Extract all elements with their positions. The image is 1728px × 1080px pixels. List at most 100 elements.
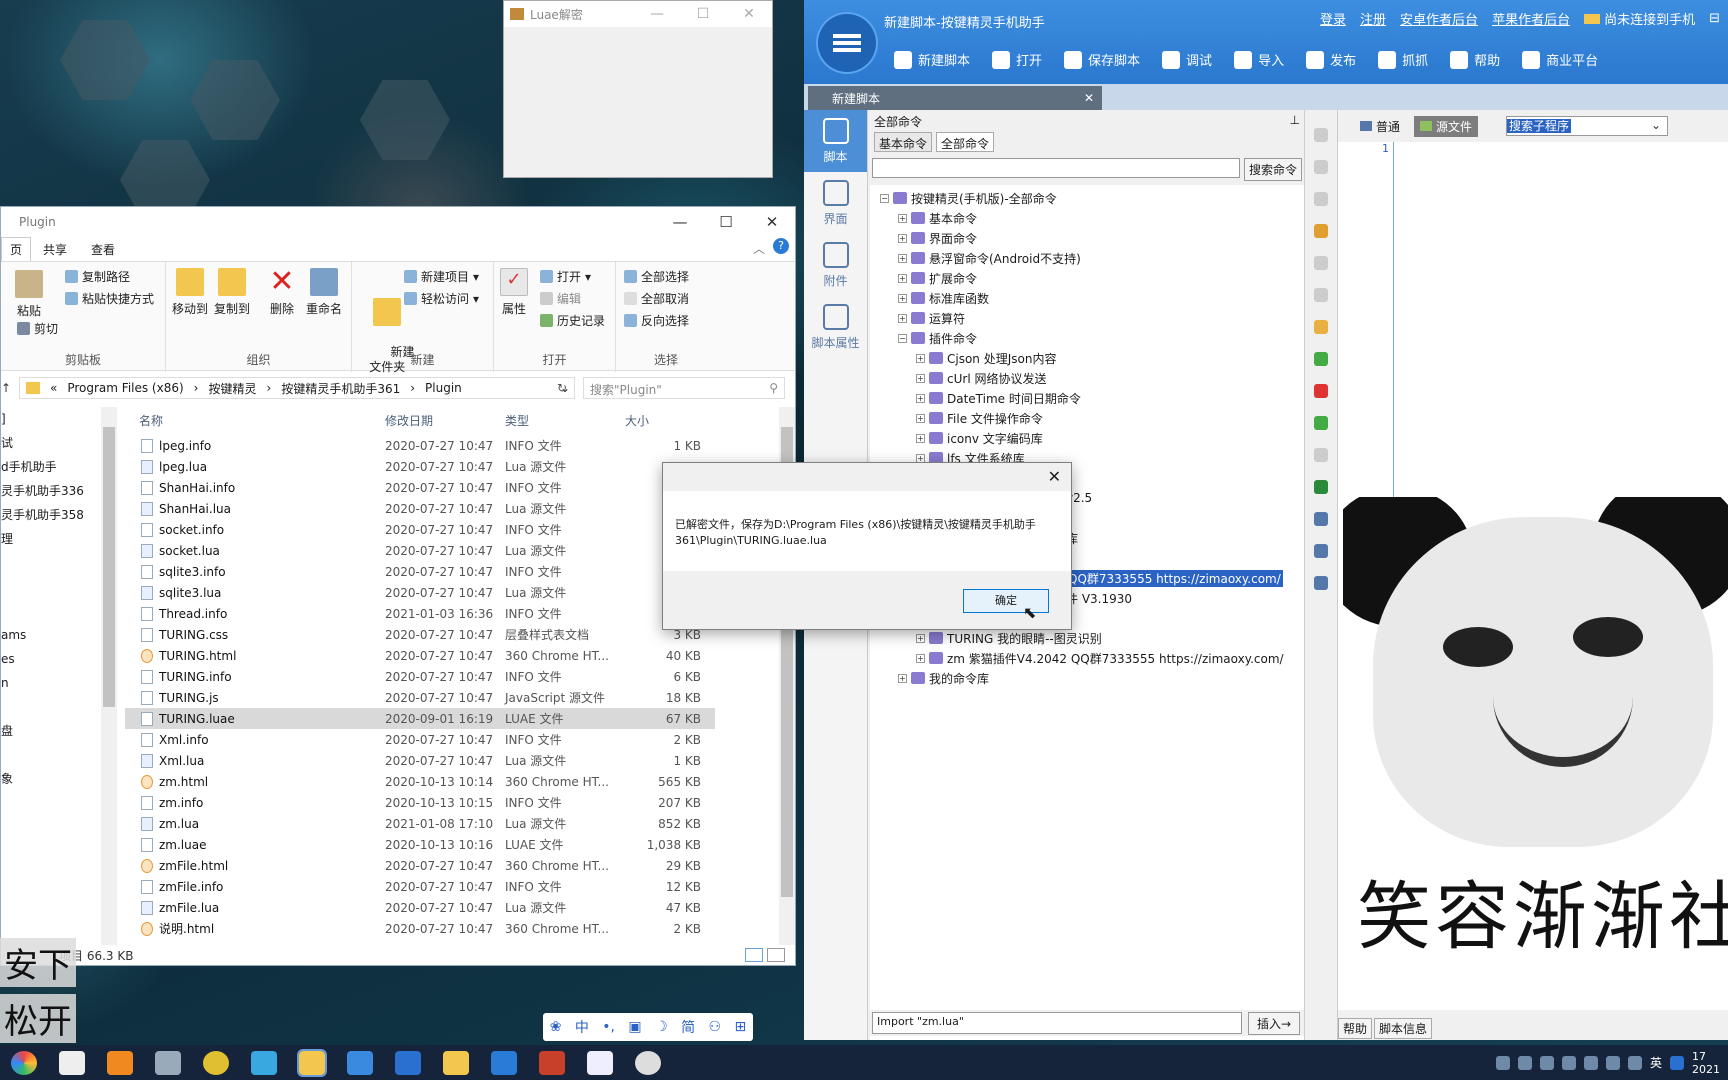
- tab-help[interactable]: 帮助: [1338, 1018, 1373, 1039]
- tree-node[interactable]: − 插件命令: [870, 328, 1304, 348]
- wifi-icon[interactable]: [1583, 1055, 1598, 1070]
- toolbar-button[interactable]: 抓抓: [1378, 50, 1428, 69]
- file-explorer-icon[interactable]: [443, 1050, 469, 1075]
- tree-node[interactable]: + DateTime 时间日期命令: [870, 388, 1304, 408]
- tree-node[interactable]: + Cjson 处理Json内容: [870, 348, 1304, 368]
- expand-toggle-icon[interactable]: +: [916, 413, 925, 423]
- baidu-icon[interactable]: [1670, 1055, 1684, 1070]
- main-menu-button[interactable]: [818, 14, 876, 72]
- refresh-icon[interactable]: ↻: [557, 381, 567, 395]
- notepad-icon[interactable]: [155, 1050, 181, 1075]
- moon-icon[interactable]: ☽: [655, 1019, 668, 1035]
- luae-decrypt-window[interactable]: Luae解密 — ☐ ✕: [503, 0, 773, 178]
- file-row[interactable]: TURING.html 2020-07-27 10:47 360 Chrome HT…: [125, 645, 715, 666]
- login-link[interactable]: 登录: [1320, 9, 1346, 28]
- side-nav-item[interactable]: 脚本: [804, 110, 867, 172]
- subroutine-select[interactable]: 搜索子程序 ⌄: [1506, 116, 1669, 136]
- expand-toggle-icon[interactable]: +: [898, 213, 907, 223]
- expand-toggle-icon[interactable]: −: [880, 193, 889, 203]
- clock[interactable]: 17 2021: [1692, 1050, 1720, 1076]
- nav-item[interactable]: [1, 599, 116, 623]
- breadcrumb-item[interactable]: 按键精灵: [208, 380, 256, 397]
- file-row[interactable]: 说明.html 2020-07-27 10:47 360 Chrome HT... 2…: [125, 918, 715, 939]
- toolbar-button[interactable]: 新建脚本: [894, 50, 970, 69]
- paste-icon[interactable]: [1314, 320, 1328, 334]
- luae-title-bar[interactable]: Luae解密 — ☐ ✕: [504, 1, 772, 27]
- file-row[interactable]: TURING.css 2020-07-27 10:47 层叠样式表文档 3 KB: [125, 624, 715, 645]
- grid-icon[interactable]: ⊞: [734, 1019, 746, 1035]
- volume-icon[interactable]: [1605, 1055, 1620, 1070]
- column-name[interactable]: 名称: [125, 412, 385, 429]
- expand-toggle-icon[interactable]: −: [898, 333, 907, 343]
- expand-toggle-icon[interactable]: +: [916, 433, 925, 443]
- nav-item[interactable]: [1, 575, 116, 599]
- invert-selection-button[interactable]: 反向选择: [624, 312, 689, 329]
- edit-button[interactable]: 编辑: [540, 290, 581, 307]
- navigation-pane[interactable]: ] 试 d手机助手 灵手机助手336 灵手机助手358 理 ams es n 盘象: [1, 407, 117, 947]
- breadcrumb-item[interactable]: 按键精灵手机助手361: [281, 380, 400, 397]
- file-row[interactable]: TURING.luae 2020-09-01 16:19 LUAE 文件 67 KB: [125, 708, 715, 729]
- ime-chinese-toggle[interactable]: 中: [575, 1017, 589, 1037]
- nav-item[interactable]: [1, 743, 116, 767]
- column-date[interactable]: 修改日期: [385, 412, 505, 429]
- expand-toggle-icon[interactable]: +: [916, 653, 925, 663]
- tree-node[interactable]: + 我的命令库: [870, 668, 1304, 688]
- decrypt-result-dialog[interactable]: ✕ 已解密文件，保存为D:\Program Files (x86)\按键精灵\按…: [662, 462, 1072, 630]
- tray-app-icon[interactable]: [1539, 1055, 1554, 1070]
- nav-item[interactable]: 盘: [1, 719, 116, 743]
- toolbar-button[interactable]: 打开: [992, 50, 1042, 69]
- file-row[interactable]: zm.lua 2021-01-08 17:10 Lua 源文件 852 KB: [125, 813, 715, 834]
- toolbar-button[interactable]: 帮助: [1450, 50, 1500, 69]
- nav-scrollbar[interactable]: [101, 407, 117, 945]
- vscode-icon[interactable]: [491, 1050, 517, 1075]
- history-button[interactable]: 历史记录: [540, 312, 605, 329]
- file-row[interactable]: lpeg.lua 2020-07-27 10:47 Lua 源文件: [125, 456, 715, 477]
- recorder-icon[interactable]: [395, 1050, 421, 1075]
- network-app-icon[interactable]: [251, 1050, 277, 1075]
- undo-icon[interactable]: [1314, 416, 1328, 430]
- properties-button[interactable]: ✓ 属性: [500, 268, 528, 317]
- keymagic-icon[interactable]: [203, 1050, 229, 1075]
- address-bar[interactable]: « Program Files (x86) › 按键精灵 › 按键精灵手机助手361…: [19, 377, 575, 399]
- tree-node[interactable]: + 标准库函数: [870, 288, 1304, 308]
- expand-toggle-icon[interactable]: +: [916, 373, 925, 383]
- close-icon[interactable]: ✕: [1048, 467, 1061, 486]
- easy-access-button[interactable]: 轻松访问 ▾: [404, 290, 479, 307]
- typora-icon[interactable]: [59, 1050, 85, 1075]
- tab-script-info[interactable]: 脚本信息: [1374, 1018, 1433, 1039]
- nav-item[interactable]: 灵手机助手358: [1, 503, 116, 527]
- phone-connection-status[interactable]: 尚未连接到手机: [1584, 9, 1695, 28]
- close-button[interactable]: ✕: [726, 6, 772, 22]
- tray-app-icon[interactable]: [1495, 1055, 1510, 1070]
- file-row[interactable]: sqlite3.lua 2020-07-27 10:47 Lua 源文件: [125, 582, 715, 603]
- file-row[interactable]: TURING.js 2020-07-27 10:47 JavaScript 源文件 1…: [125, 687, 715, 708]
- delete-button[interactable]: ✕ 删除: [268, 267, 296, 317]
- tray-app-icon[interactable]: [1517, 1055, 1532, 1070]
- expand-toggle-icon[interactable]: +: [916, 393, 925, 403]
- cut-button[interactable]: 剪切: [17, 320, 58, 337]
- select-all-button[interactable]: 全部选择: [624, 268, 689, 285]
- comment-icon[interactable]: [1314, 352, 1328, 366]
- command-preview-input[interactable]: Import "zm.lua": [872, 1012, 1242, 1034]
- minimize-button[interactable]: —: [657, 213, 703, 231]
- keymagic-mobile-icon[interactable]: [297, 1048, 327, 1077]
- open-button[interactable]: 打开 ▾: [540, 268, 591, 285]
- file-row[interactable]: zm.html 2020-10-13 10:14 360 Chrome HT... 5…: [125, 771, 715, 792]
- tree-node[interactable]: + 悬浮窗命令(Android不支持): [870, 248, 1304, 268]
- window-menu-icon[interactable]: ⊟: [1709, 11, 1720, 26]
- delete-line-icon[interactable]: [1314, 192, 1328, 206]
- move-up-icon[interactable]: [1314, 160, 1328, 174]
- toolbar-button[interactable]: 发布: [1306, 50, 1356, 69]
- nav-item[interactable]: [1, 551, 116, 575]
- expand-toggle-icon[interactable]: +: [898, 313, 907, 323]
- ime-simplified-toggle[interactable]: 简: [681, 1017, 695, 1037]
- input-language-indicator[interactable]: 英: [1650, 1054, 1662, 1071]
- tree-node[interactable]: + TURING 我的眼睛--图灵识别: [870, 628, 1304, 648]
- rename-button[interactable]: 重命名: [306, 268, 342, 317]
- tree-node[interactable]: + iconv 文字编码库: [870, 428, 1304, 448]
- tree-node[interactable]: + 扩展命令: [870, 268, 1304, 288]
- tree-node[interactable]: − 按键精灵(手机版)-全部命令: [870, 188, 1304, 208]
- close-button[interactable]: ✕: [749, 213, 795, 231]
- find-icon[interactable]: [1314, 512, 1328, 526]
- breadcrumb-item[interactable]: Plugin: [425, 381, 462, 395]
